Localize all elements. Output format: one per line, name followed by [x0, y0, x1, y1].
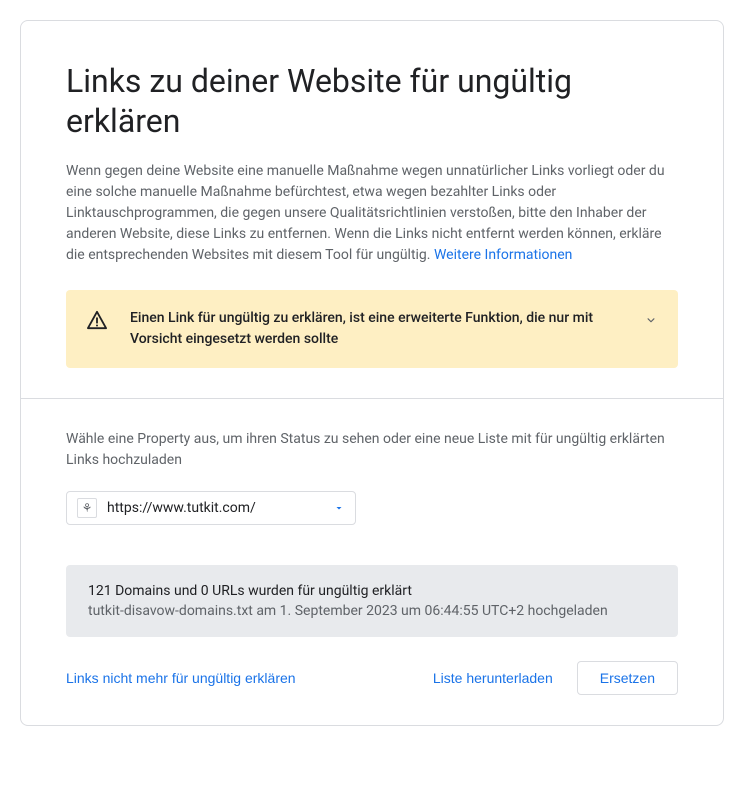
status-title: 121 Domains und 0 URLs wurden für ungült…	[88, 583, 656, 599]
warning-icon	[86, 310, 108, 334]
status-box: 121 Domains und 0 URLs wurden für ungült…	[66, 565, 678, 637]
description-text: Wenn gegen deine Website eine manuelle M…	[66, 161, 678, 266]
status-detail: tutkit-disavow-domains.txt am 1. Septemb…	[88, 603, 656, 619]
chevron-down-icon[interactable]	[644, 312, 658, 331]
header-section: Links zu deiner Website für ungültig erk…	[21, 21, 723, 398]
actions-row: Links nicht mehr für ungültig erklären L…	[66, 661, 678, 695]
property-section: Wähle eine Property aus, um ihren Status…	[21, 399, 723, 725]
cancel-disavow-button[interactable]: Links nicht mehr für ungültig erklären	[66, 662, 296, 694]
property-label: Wähle eine Property aus, um ihren Status…	[66, 429, 678, 471]
property-url: https://www.tutkit.com/	[107, 500, 323, 516]
replace-button[interactable]: Ersetzen	[577, 661, 678, 695]
download-list-button[interactable]: Liste herunterladen	[433, 662, 553, 694]
warning-text: Einen Link für ungültig zu erklären, ist…	[130, 308, 622, 350]
dropdown-arrow-icon	[333, 499, 345, 518]
more-info-link[interactable]: Weitere Informationen	[434, 247, 572, 263]
favicon-glyph: ⚘	[82, 502, 93, 514]
disavow-card: Links zu deiner Website für ungültig erk…	[20, 20, 724, 726]
description-body: Wenn gegen deine Website eine manuelle M…	[66, 163, 665, 263]
property-select[interactable]: ⚘ https://www.tutkit.com/	[66, 491, 356, 525]
actions-right: Liste herunterladen Ersetzen	[433, 661, 678, 695]
property-favicon: ⚘	[77, 498, 97, 518]
page-title: Links zu deiner Website für ungültig erk…	[66, 61, 678, 141]
warning-banner[interactable]: Einen Link für ungültig zu erklären, ist…	[66, 290, 678, 368]
